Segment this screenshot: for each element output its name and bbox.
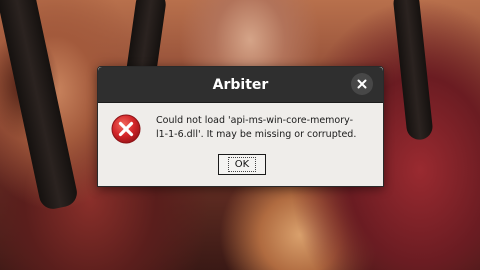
- desktop-background: Arbiter Could not load 'api-ms-win-core-…: [0, 0, 480, 270]
- error-icon: [111, 114, 141, 144]
- dialog-body: Could not load 'api-ms-win-core-memory- …: [98, 103, 383, 187]
- dialog-title: Arbiter: [212, 77, 269, 93]
- error-message: Could not load 'api-ms-win-core-memory- …: [156, 115, 357, 140]
- dialog-titlebar[interactable]: Arbiter: [98, 67, 383, 103]
- error-dialog: Arbiter Could not load 'api-ms-win-core-…: [97, 66, 384, 187]
- background-artwork-strap: [392, 0, 434, 141]
- ok-button-label: OK: [227, 157, 257, 172]
- ok-button[interactable]: OK: [218, 154, 266, 175]
- close-button[interactable]: [351, 73, 373, 95]
- close-icon: [357, 79, 367, 89]
